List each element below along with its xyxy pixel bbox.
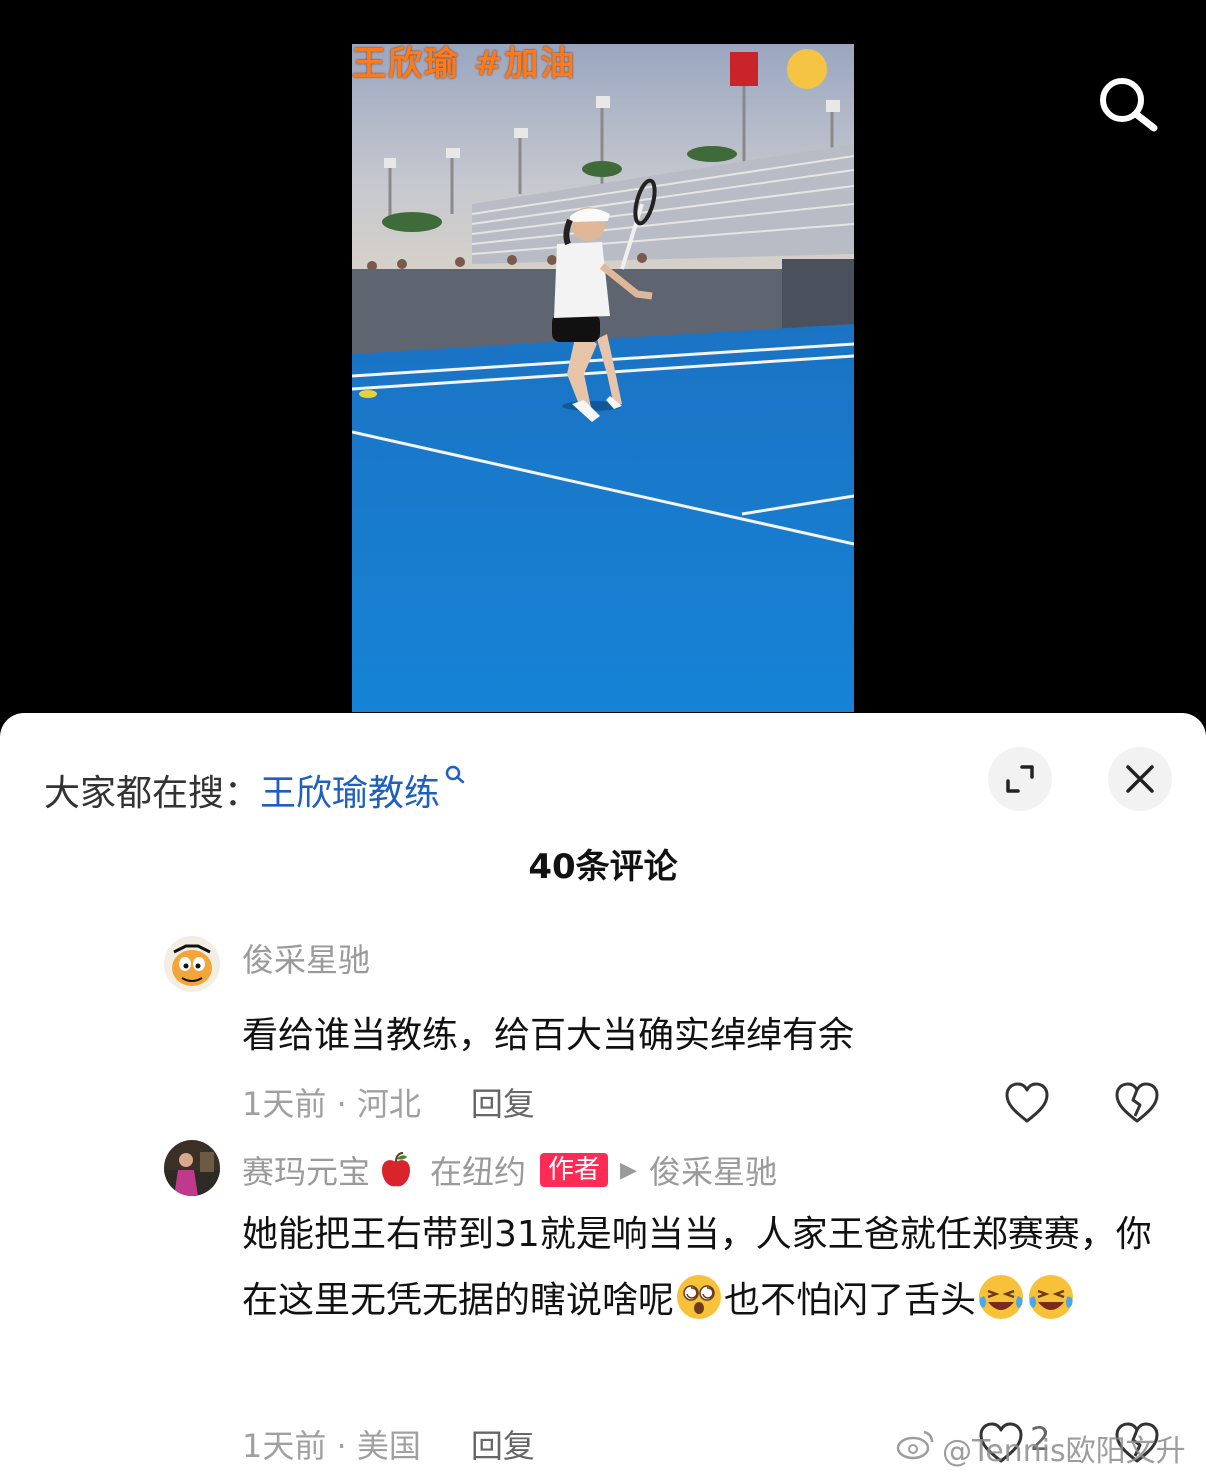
comment-text: 看给谁当教练，给百大当确实绰绰有余 [242,1015,855,1056]
watermark-text: @Tennis欧阳文升 [942,1434,1186,1469]
reply-button[interactable]: 回复 [471,1421,535,1467]
trending-query-link[interactable]: 王欣瑜教练 [260,764,440,816]
like-button[interactable] [1002,1078,1052,1128]
trending-prefix: 大家都在搜： [44,773,261,814]
comment-text: 她能把王右带到31就是响当当，人家王爸就任郑赛赛，你在这里无凭无据的瞎说啥呢 也不… [242,1202,1162,1334]
search-icon [1100,78,1158,132]
comment-username[interactable]: 俊采星驰 [242,936,370,980]
comment-text-part: 也不怕闪了舌头 [724,1280,977,1321]
comment-time-location: 1天前 · 美国 [242,1427,421,1465]
expand-icon [1006,765,1034,793]
expand-button[interactable] [988,747,1052,811]
username[interactable]: 俊采星驰 [242,935,370,981]
tennis-court-scene [352,44,854,712]
avatar[interactable] [164,936,220,992]
search-icon [444,764,466,792]
author-badge: 作者 [540,1153,609,1187]
laughing-tears-emoji [976,1272,1026,1322]
user-location: 在纽约 [430,1153,527,1191]
comment-meta: 1天前 · 河北 回复 [242,1080,535,1124]
comment-header: 赛玛元宝 在纽约 作者 ▶ 俊采星驰 [242,1148,777,1192]
video-frame[interactable]: 王欣瑜 #加油 [352,44,854,712]
dizzy-face-emoji [674,1272,724,1322]
video-caption-overlay: 王欣瑜 #加油 [352,44,577,84]
comment-time-location: 1天前 · 河北 [242,1085,421,1123]
search-button[interactable] [1092,70,1162,140]
reply-to-username[interactable]: 俊采星驰 [649,1147,777,1193]
trending-search-bar[interactable]: 大家都在搜： 王欣瑜教练 [44,765,466,815]
close-button[interactable] [1108,747,1172,811]
reply-button[interactable]: 回复 [471,1079,535,1125]
watermark: @Tennis欧阳文升 [896,1426,1186,1470]
close-icon [1126,765,1154,793]
dislike-button[interactable] [1112,1078,1162,1128]
comment-panel: 大家都在搜： 王欣瑜教练 40条评论 俊采星驰 看给谁当教练，给百大当确实绰绰有… [0,713,1206,1484]
username[interactable]: 赛玛元宝 [242,1147,370,1193]
avatar[interactable] [164,1140,220,1196]
laughing-tears-emoji [1026,1272,1076,1322]
reply-arrow-icon: ▶ [620,1157,637,1183]
comment-count-title: 40条评论 [528,847,678,887]
comment-meta: 1天前 · 美国 回复 [242,1422,535,1466]
heart-icon [1005,1082,1049,1123]
video-player[interactable]: 王欣瑜 #加油 [0,0,1206,740]
weibo-logo-icon [896,1428,936,1468]
broken-heart-icon [1115,1082,1159,1123]
apple-emoji [376,1150,416,1190]
comment-item: 俊采星驰 看给谁当教练，给百大当确实绰绰有余 1天前 · 河北 回复 [0,928,1206,1128]
